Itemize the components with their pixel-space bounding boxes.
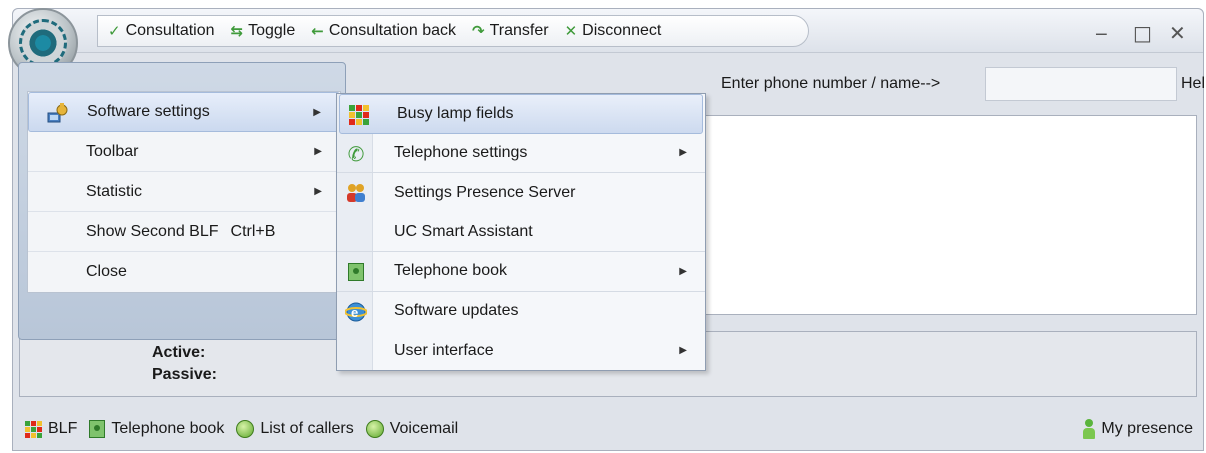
active-label: Active: [152,344,206,361]
shortcut-label: Ctrl+B [230,222,276,240]
consultation-label: Consultation [125,22,215,39]
submenu-item-settings-presence-server[interactable]: Settings Presence Server [337,173,705,213]
disconnect-label: Disconnect [582,22,662,39]
software-updates-icon: e [345,302,367,321]
bottom-toolbar: BLF Telephone book List of callers Voice… [13,409,1203,449]
submenu-item-user-interface[interactable]: User interface ▶ [337,331,705,371]
submenu-item-software-updates[interactable]: e Software updates [337,292,705,332]
app-menu-list: Software settings ▶ Toolbar ▶ Statistic … [27,91,341,293]
software-settings-icon [47,103,68,123]
consultation-icon: ✓ [108,22,121,40]
consultation-back-button[interactable]: ← Consultation back [311,22,456,40]
blf-label: BLF [48,420,78,437]
disconnect-icon: ✕ [564,22,578,40]
passive-label: Passive: [152,366,217,383]
submenu-item-telephone-settings[interactable]: ✆ Telephone settings ▶ [337,134,705,173]
phone-number-input[interactable] [985,67,1177,101]
menu-item-close[interactable]: Close [28,252,340,292]
submenu-item-uc-smart-assistant[interactable]: UC Smart Assistant [337,213,705,252]
submenu-arrow-icon: ▶ [679,345,687,357]
disconnect-button[interactable]: ✕ Disconnect [565,22,662,40]
transfer-button[interactable]: ↷ Transfer [472,22,549,40]
list-of-callers-icon [236,420,255,438]
toggle-label: Toggle [248,22,296,39]
submenu-arrow-icon: ▶ [679,265,687,277]
svg-text:e: e [351,305,358,320]
submenu-arrow-icon: ▶ [313,106,321,118]
submenu-item-telephone-book[interactable]: Telephone book ▶ [337,252,705,292]
software-settings-submenu: Busy lamp fields ✆ Telephone settings ▶ … [336,93,706,371]
consultation-back-label: Consultation back [328,22,457,39]
submenu-item-label: Telephone settings [394,143,528,161]
submenu-item-label: Settings Presence Server [394,183,576,201]
telephone-book-button[interactable]: Telephone book [89,420,224,438]
my-presence-button[interactable]: My presence [1083,419,1193,439]
toggle-button[interactable]: ⇆ Toggle [231,22,296,40]
list-of-callers-label: List of callers [260,420,354,437]
submenu-item-label: Software updates [394,302,519,320]
consultation-button[interactable]: ✓ Consultation [108,22,215,40]
blf-button[interactable]: BLF [25,420,77,438]
title-bar: ✓ Consultation ⇆ Toggle ← Consultation b… [13,9,1203,53]
submenu-item-label: Busy lamp fields [397,104,514,122]
toggle-icon: ⇆ [230,22,244,40]
voicemail-icon [365,420,384,438]
busy-lamp-fields-icon [348,104,370,126]
app-menu: Software settings ▶ Toolbar ▶ Statistic … [18,62,346,340]
telephone-icon: ✆ [347,141,365,166]
menu-item-label: Show Second BLF [86,222,219,240]
submenu-arrow-icon: ▶ [314,186,322,197]
submenu-item-label: UC Smart Assistant [394,222,533,240]
telephone-book-icon [89,420,106,438]
submenu-item-busy-lamp-fields[interactable]: Busy lamp fields [339,94,703,134]
menu-item-show-second-blf[interactable]: Show Second BLF Ctrl+B [28,212,340,252]
presence-person-icon [1083,419,1096,439]
my-presence-label: My presence [1101,420,1193,437]
menu-item-statistic[interactable]: Statistic ▶ [28,172,340,212]
presence-server-icon [347,184,365,202]
submenu-arrow-icon: ▶ [314,146,322,157]
list-of-callers-button[interactable]: List of callers [236,420,354,438]
submenu-arrow-icon: ▶ [679,147,687,159]
help-button[interactable]: Help [1181,75,1206,93]
gear-icon [19,19,67,67]
telephone-book-icon [345,261,367,283]
maximize-button[interactable]: □ [1133,21,1152,45]
close-button[interactable]: ✕ [1169,21,1186,45]
submenu-item-label: Telephone book [394,262,507,280]
menu-item-label: Statistic [86,182,143,200]
telephone-book-label: Telephone book [111,420,225,437]
transfer-icon: ↷ [472,22,485,40]
submenu-item-label: User interface [394,341,494,359]
phone-entry-label: Enter phone number / name--> [721,75,941,92]
menu-item-toolbar[interactable]: Toolbar ▶ [28,132,340,172]
transfer-label: Transfer [489,22,549,39]
voicemail-button[interactable]: Voicemail [365,420,459,438]
call-toolbar: ✓ Consultation ⇆ Toggle ← Consultation b… [97,15,809,47]
menu-item-label: Toolbar [86,142,139,160]
blf-icon [25,420,42,438]
menu-item-label: Software settings [87,103,210,120]
consultation-back-icon: ← [311,22,324,40]
menu-item-software-settings[interactable]: Software settings ▶ [28,92,340,132]
voicemail-label: Voicemail [389,420,459,437]
menu-item-label: Close [86,263,127,280]
minimize-button[interactable]: ‒ [1095,21,1108,45]
